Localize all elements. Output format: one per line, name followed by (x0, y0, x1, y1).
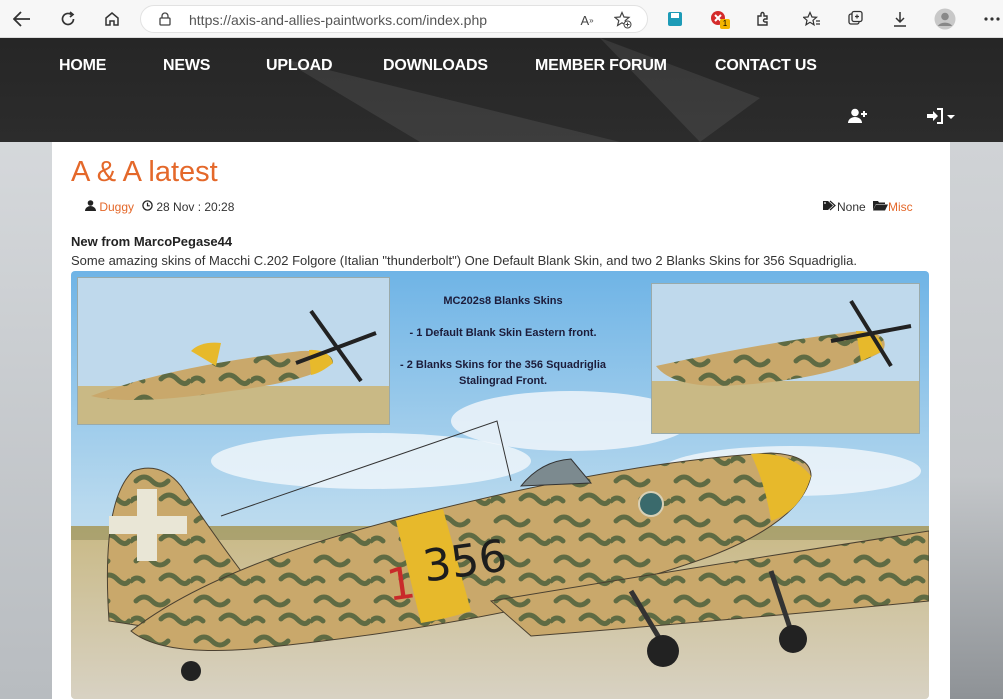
tags-text[interactable]: None (837, 200, 866, 214)
nav-contact-us[interactable]: CONTACT US (715, 57, 817, 75)
post-date: 28 Nov : 20:28 (142, 200, 234, 214)
post-title[interactable]: A & A latest (71, 156, 218, 189)
inset-image-left (77, 277, 390, 425)
date-text: 28 Nov : 20:28 (156, 200, 235, 214)
more-icon[interactable] (980, 7, 1003, 31)
refresh-icon[interactable] (54, 5, 82, 33)
user-icon (85, 200, 96, 211)
page-background-right (950, 142, 1003, 699)
category-link[interactable]: Misc (888, 200, 913, 214)
nav-downloads[interactable]: DOWNLOADS (383, 57, 488, 75)
extensions-icon[interactable] (751, 7, 775, 31)
collections-icon[interactable] (663, 7, 687, 31)
tags-icon (823, 200, 836, 211)
post-tags: None (823, 200, 866, 214)
caption-title: MC202s8 Blanks Skins (443, 295, 563, 307)
address-bar[interactable]: https://axis-and-allies-paintworks.com/i… (140, 5, 648, 33)
browser-toolbar: https://axis-and-allies-paintworks.com/i… (0, 0, 1003, 38)
author-link[interactable]: Duggy (99, 200, 134, 214)
page-background-left (0, 142, 52, 699)
user-plus-icon[interactable] (848, 108, 868, 129)
caption-line-2: - 2 Blanks Skins for the 356 Squadriglia (399, 359, 606, 371)
read-aloud-icon[interactable]: A» (577, 10, 597, 30)
home-icon[interactable] (98, 5, 126, 33)
download-icon[interactable] (888, 7, 912, 31)
lock-icon[interactable] (159, 12, 171, 26)
hero-caption: MC202s8 Blanks Skins - 1 Default Blank S… (393, 293, 613, 389)
profile-icon[interactable] (933, 7, 957, 31)
clock-icon (142, 200, 153, 211)
nav-news[interactable]: NEWS (163, 57, 210, 75)
favorites-icon[interactable] (800, 7, 824, 31)
nav-member-forum[interactable]: MEMBER FORUM (535, 57, 667, 75)
inset-image-right (651, 283, 920, 434)
post-author: Duggy (85, 200, 134, 214)
extension-error-icon[interactable]: 1 (707, 7, 731, 31)
back-arrow-icon[interactable] (8, 5, 36, 33)
url-text[interactable]: https://axis-and-allies-paintworks.com/i… (189, 12, 487, 28)
nav-upload[interactable]: UPLOAD (266, 57, 333, 75)
sign-in-icon[interactable] (926, 108, 956, 129)
favorite-add-icon[interactable] (613, 10, 633, 30)
extension-badge: 1 (720, 19, 730, 29)
tab-collections-icon[interactable] (844, 7, 868, 31)
caption-line-3: Stalingrad Front. (459, 375, 547, 387)
site-header: HOME NEWS UPLOAD DOWNLOADS MEMBER FORUM … (0, 38, 1003, 142)
news-post-card: A & A latest Duggy 28 Nov : 20:28 None M… (52, 142, 950, 699)
post-subtitle: New from MarcoPegase44 (71, 234, 233, 249)
folder-open-icon (873, 201, 888, 211)
post-category: Misc (873, 200, 913, 214)
post-body-text: Some amazing skins of Macchi C.202 Folgo… (71, 253, 858, 268)
caption-line-1: - 1 Default Blank Skin Eastern front. (409, 327, 597, 339)
hero-image[interactable]: MC202s8 Blanks Skins - 1 Default Blank S… (71, 271, 929, 699)
nav-home[interactable]: HOME (59, 57, 106, 75)
